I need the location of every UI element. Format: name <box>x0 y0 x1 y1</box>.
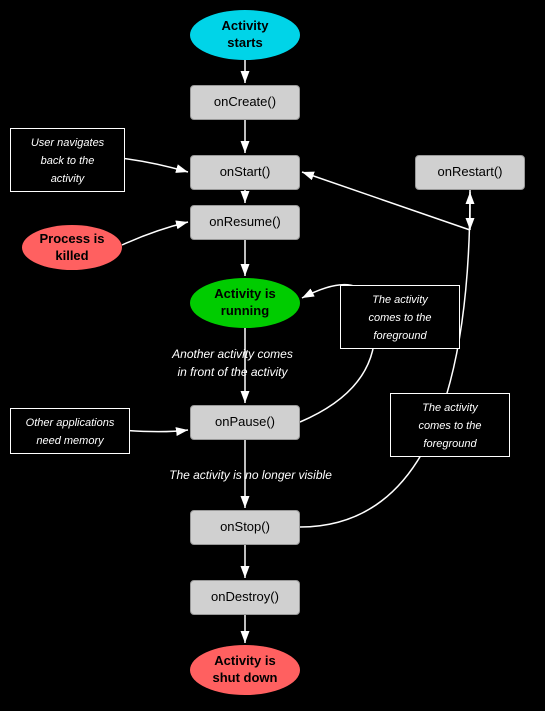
onresume-node: onResume() <box>190 205 300 240</box>
oncreate-label: onCreate() <box>214 94 276 111</box>
onstop-node: onStop() <box>190 510 300 545</box>
user-navigates-label: User navigatesback to theactivity <box>10 128 125 192</box>
onstart-label: onStart() <box>220 164 271 181</box>
onrestart-label: onRestart() <box>437 164 502 181</box>
activity-shutdown-label: Activity is shut down <box>213 653 278 687</box>
onrestart-node: onRestart() <box>415 155 525 190</box>
another-activity-label: Another activity comesin front of the ac… <box>155 345 310 381</box>
foreground-label-2: The activitycomes to theforeground <box>390 393 510 457</box>
activity-starts-node: Activity starts <box>190 10 300 60</box>
onresume-label: onResume() <box>209 214 281 231</box>
oncreate-node: onCreate() <box>190 85 300 120</box>
ondestroy-node: onDestroy() <box>190 580 300 615</box>
other-apps-label: Other applicationsneed memory <box>10 408 130 454</box>
foreground-label-1: The activitycomes to theforeground <box>340 285 460 349</box>
activity-starts-label: Activity starts <box>222 18 269 52</box>
activity-running-label: Activity is running <box>214 286 275 320</box>
onpause-node: onPause() <box>190 405 300 440</box>
process-killed-label: Process is killed <box>39 231 104 265</box>
activity-lifecycle-diagram: Activity starts onCreate() onStart() onR… <box>0 0 545 711</box>
process-killed-node: Process is killed <box>22 225 122 270</box>
onstart-node: onStart() <box>190 155 300 190</box>
no-longer-visible-label: The activity is no longer visible <box>148 466 353 484</box>
ondestroy-label: onDestroy() <box>211 589 279 606</box>
onpause-label: onPause() <box>215 414 275 431</box>
activity-shutdown-node: Activity is shut down <box>190 645 300 695</box>
onstop-label: onStop() <box>220 519 270 536</box>
activity-running-node: Activity is running <box>190 278 300 328</box>
